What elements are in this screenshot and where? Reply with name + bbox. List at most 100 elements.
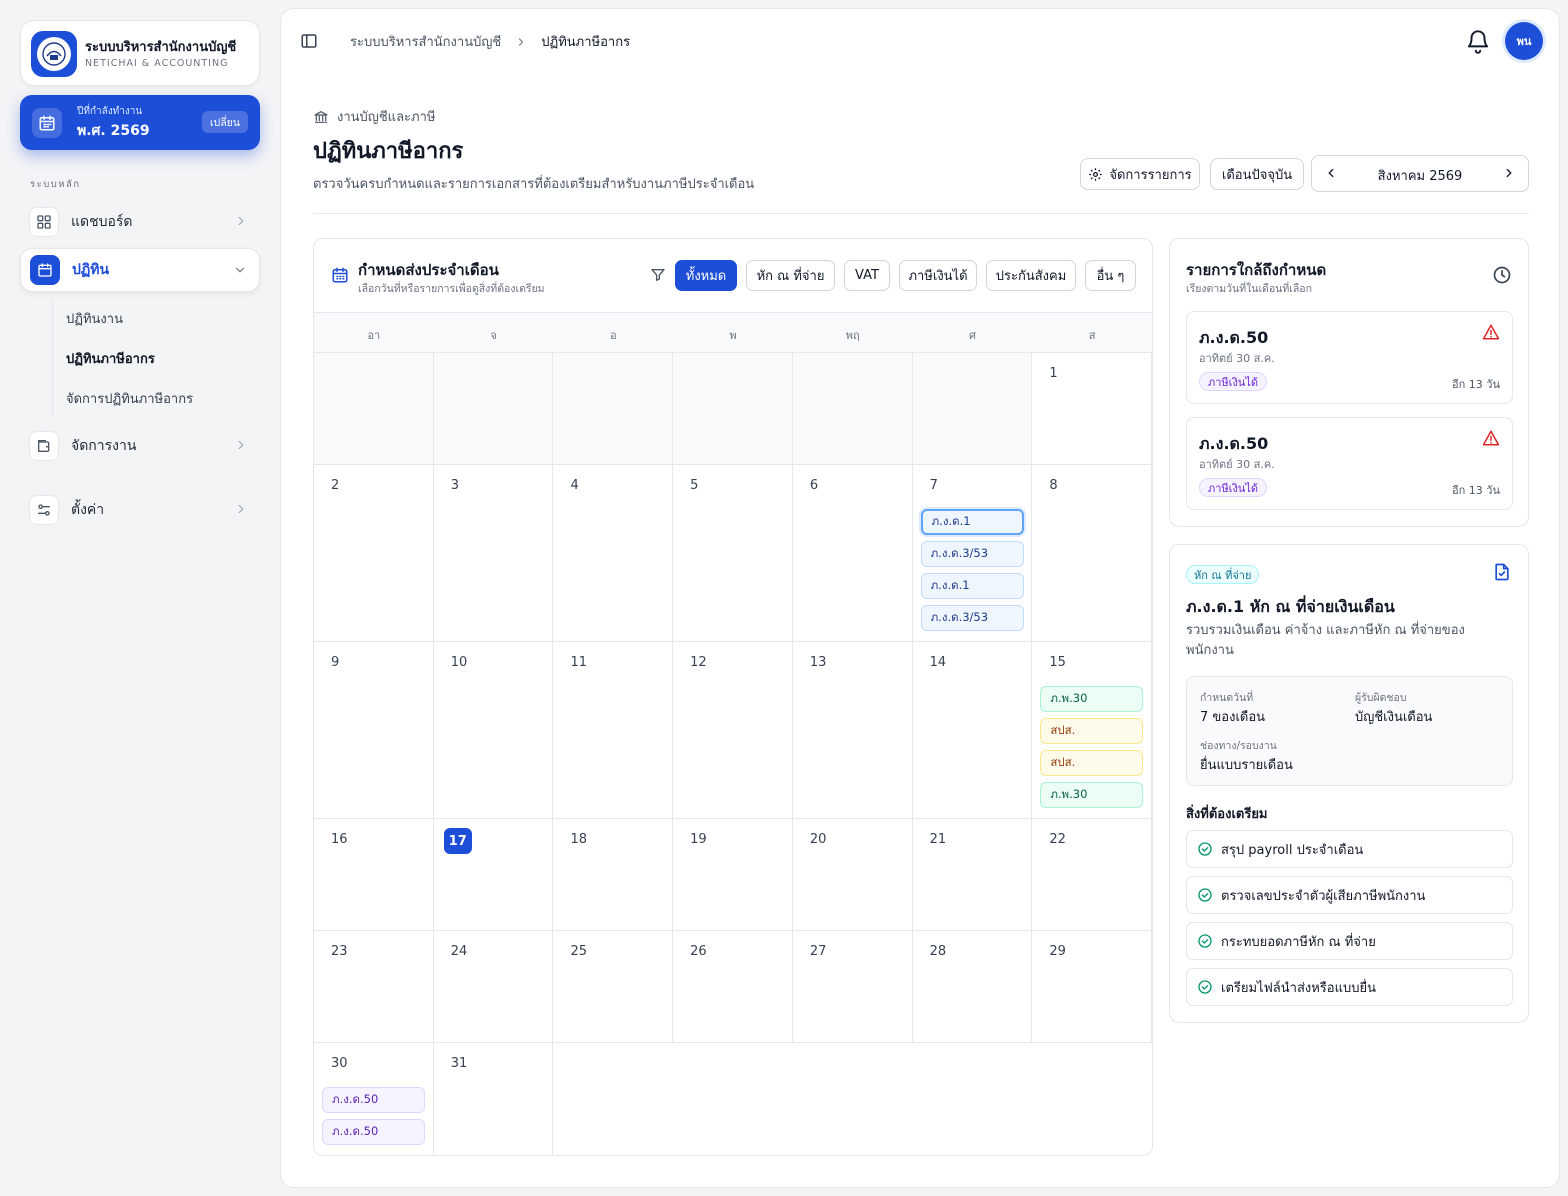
- calendar-event[interactable]: สปส.: [1040, 718, 1144, 744]
- sidebar-section-label: ระบบหลัก: [30, 179, 81, 190]
- calendar-day-cell[interactable]: 9: [314, 642, 434, 819]
- filter-icon[interactable]: [650, 267, 666, 283]
- breadcrumb-root[interactable]: ระบบบริหารสำนักงานบัญชี: [350, 31, 501, 52]
- day-number: 28: [929, 944, 947, 959]
- check-circle-icon: [1197, 979, 1213, 995]
- calendar-event[interactable]: ภ.ง.ด.50: [322, 1087, 425, 1113]
- page-kicker-label: งานบัญชีและภาษี: [337, 110, 436, 125]
- calendar-day-cell[interactable]: 23: [314, 931, 434, 1043]
- checklist-item[interactable]: สรุป payroll ประจำเดือน: [1186, 830, 1513, 868]
- calendar-day-cell[interactable]: 31: [434, 1043, 554, 1155]
- sidebar-item-label: แดชบอร์ด: [71, 214, 133, 230]
- weekday-label: จ: [490, 329, 497, 342]
- bell-icon[interactable]: [1465, 27, 1491, 55]
- calendar-event[interactable]: ภ.ง.ด.3/53: [920, 541, 1024, 567]
- checklist-item[interactable]: กระทบยอดภาษีหัก ณ ที่จ่าย: [1186, 922, 1513, 960]
- calendar-day-cell[interactable]: 4: [553, 465, 674, 642]
- calendar-day-cell[interactable]: 6: [792, 465, 913, 642]
- calendar-day-cell[interactable]: 20: [792, 819, 913, 931]
- upcoming-item[interactable]: ภ.ง.ด.50 อาทิตย์ 30 ส.ค. ภาษีเงินได้ อีก…: [1186, 417, 1513, 510]
- day-number: 30: [331, 1056, 348, 1071]
- calendar-day-cell[interactable]: 28: [912, 931, 1033, 1043]
- calendar-event[interactable]: ภ.ง.ด.3/53: [920, 605, 1024, 631]
- calendar-day-cell[interactable]: 7 ภ.ง.ด.1 ภ.ง.ด.3/53 ภ.ง.ด.1 ภ.ง.ด.3/53: [912, 465, 1033, 642]
- calendar-day-cell[interactable]: 2: [314, 465, 434, 642]
- filter-chip-social-security[interactable]: ประกันสังคม: [986, 260, 1076, 291]
- calendar-event[interactable]: ภ.พ.30: [1040, 782, 1144, 808]
- remaining-days: อีก 13 วัน: [1452, 484, 1500, 497]
- sidebar-item-manage-work[interactable]: จัดการงาน: [20, 424, 260, 468]
- calendar-day-cell[interactable]: 1: [1032, 353, 1152, 465]
- filter-chip-vat[interactable]: VAT: [844, 260, 890, 291]
- filter-chip-other[interactable]: อื่น ๆ: [1085, 260, 1136, 291]
- calendar-day-cell[interactable]: 25: [553, 931, 674, 1043]
- calendar-event[interactable]: ภ.ง.ด.1: [920, 573, 1024, 599]
- gear-icon: [1089, 167, 1103, 181]
- page-description: ตรวจวันครบกำหนดและรายการเอกสารที่ต้องเตร…: [313, 177, 755, 192]
- due-value: 7 ของเดือน: [1200, 710, 1266, 725]
- calendar-day-cell[interactable]: 26: [673, 931, 793, 1043]
- sliders-icon: [29, 495, 59, 525]
- calendar-day-cell[interactable]: 30 ภ.ง.ด.50 ภ.ง.ด.50: [314, 1043, 434, 1155]
- current-month-button[interactable]: เดือนปัจจุบัน: [1210, 158, 1304, 190]
- calendar-event[interactable]: สปส.: [1040, 750, 1144, 776]
- upcoming-item[interactable]: ภ.ง.ด.50 อาทิตย์ 30 ส.ค. ภาษีเงินได้ อีก…: [1186, 311, 1513, 404]
- filter-chip-withholding[interactable]: หัก ณ ที่จ่าย: [746, 260, 835, 291]
- working-year-card[interactable]: ปีที่กำลังทำงาน พ.ศ. 2569 เปลี่ยน: [20, 95, 260, 150]
- filter-chip-all[interactable]: ทั้งหมด: [675, 260, 737, 291]
- brand-card[interactable]: ระบบบริหารสำนักงานบัญชี NETICHAI & ACCOU…: [20, 20, 260, 86]
- calendar-day-cell[interactable]: 8: [1032, 465, 1152, 642]
- day-number: 26: [690, 944, 707, 959]
- sidebar-item-dashboard[interactable]: แดชบอร์ด: [20, 200, 260, 244]
- folder-icon: [29, 431, 59, 461]
- sidebar-item-settings[interactable]: ตั้งค่า: [20, 488, 260, 532]
- calendar-empty-cell: [912, 353, 1033, 465]
- weekday-label: อา: [367, 329, 381, 342]
- day-number: 15: [1049, 655, 1066, 670]
- sidebar-item-calendar[interactable]: ปฏิทิน: [20, 248, 260, 292]
- chevron-right-icon[interactable]: [1502, 166, 1516, 180]
- chevron-right-icon: [238, 440, 244, 450]
- channel-label: ช่องทาง/รอบงาน: [1200, 740, 1277, 752]
- calendar-empty-cell: [314, 353, 434, 465]
- change-year-button[interactable]: เปลี่ยน: [201, 111, 248, 133]
- calendar-day-cell[interactable]: 5: [673, 465, 793, 642]
- calendar-day-cell[interactable]: 12: [673, 642, 793, 819]
- calendar-day-cell[interactable]: 24: [433, 931, 554, 1043]
- weekday-label: อ: [609, 329, 617, 342]
- calendar-day-cell[interactable]: 17: [433, 819, 554, 931]
- calendar-day-cell[interactable]: 29: [1032, 931, 1152, 1043]
- calendar-event[interactable]: ภ.ง.ด.50: [322, 1119, 425, 1145]
- calendar-event[interactable]: ภ.พ.30: [1040, 686, 1144, 712]
- subnav-item-tax-calendar[interactable]: ปฏิทินภาษีอากร: [55, 340, 239, 376]
- subnav-item-manage-tax-calendar[interactable]: จัดการปฏิทินภาษีอากร: [55, 380, 239, 416]
- calendar-day-cell[interactable]: 22: [1032, 819, 1152, 931]
- calendar-day-cell[interactable]: 19: [673, 819, 793, 931]
- weekday-label: พฤ: [845, 329, 860, 342]
- calendar-day-cell[interactable]: 3: [433, 465, 554, 642]
- calendar-day-cell[interactable]: 13: [792, 642, 913, 819]
- calendar-day-cell[interactable]: 27: [792, 931, 913, 1043]
- calendar-day-cell[interactable]: 18: [553, 819, 674, 931]
- manage-items-button[interactable]: จัดการรายการ: [1080, 158, 1200, 190]
- chevron-down-icon: [235, 267, 245, 273]
- day-number: 20: [809, 832, 827, 847]
- calendar-day-cell[interactable]: 16: [314, 819, 434, 931]
- sidebar-toggle-icon[interactable]: [300, 32, 318, 50]
- avatar[interactable]: พน: [1505, 22, 1543, 60]
- calendar-day-cell[interactable]: 21: [912, 819, 1033, 931]
- calendar-event[interactable]: ภ.ง.ด.1: [920, 509, 1024, 535]
- calendar-day-cell[interactable]: 15 ภ.พ.30 สปส. สปส. ภ.พ.30: [1032, 642, 1152, 819]
- breadcrumb-current: ปฏิทินภาษีอากร: [541, 35, 631, 50]
- checklist-item[interactable]: เตรียมไฟล์นำส่งหรือแบบยื่น: [1186, 968, 1513, 1006]
- calendar-day-cell[interactable]: 10: [433, 642, 554, 819]
- filter-chip-income-tax[interactable]: ภาษีเงินได้: [899, 260, 977, 291]
- weekday-label: พ: [729, 329, 737, 342]
- chevron-right-icon: [238, 504, 244, 514]
- calendar-day-cell[interactable]: 11: [553, 642, 674, 819]
- breadcrumb: ระบบบริหารสำนักงานบัญชี ปฏิทินภาษีอากร: [350, 31, 630, 52]
- calendar-day-cell[interactable]: 14: [912, 642, 1033, 819]
- brand-subtitle: NETICHAI & ACCOUNTING: [85, 58, 229, 69]
- checklist-item[interactable]: ตรวจเลขประจำตัวผู้เสียภาษีพนักงาน: [1186, 876, 1513, 914]
- subnav-item-work-calendar[interactable]: ปฏิทินงาน: [55, 300, 239, 336]
